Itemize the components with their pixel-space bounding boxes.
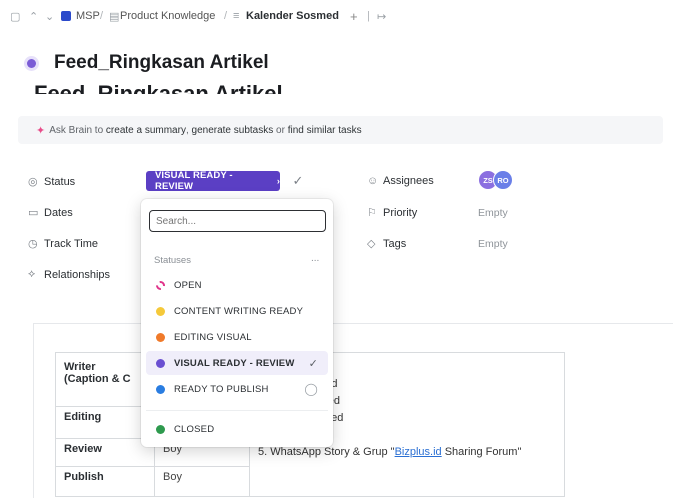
tags-value[interactable]: Empty xyxy=(478,238,508,250)
list-icon: ≡ xyxy=(233,10,240,22)
folder-icon: ▤ xyxy=(109,11,120,23)
share-icon[interactable]: ↦ xyxy=(377,10,386,23)
dates-label: Dates xyxy=(44,206,73,219)
add-button[interactable]: + xyxy=(350,9,358,24)
status-option-label: VISUAL READY - REVIEW xyxy=(174,357,295,369)
status-dot-icon xyxy=(156,332,165,342)
chevron-up-icon[interactable]: ⌃ xyxy=(29,10,38,23)
status-icon: ◎ xyxy=(28,176,38,188)
top-bar: ▢ ⌃ ⌄ MSP / ▤ Product Knowledge / ≡ Kale… xyxy=(0,0,679,34)
status-dot-icon xyxy=(27,59,36,68)
clock-icon: ◷ xyxy=(28,238,38,250)
sidebar-toggle-icon[interactable]: ▢ xyxy=(10,10,20,23)
status-dot-icon xyxy=(156,306,165,316)
divider: | xyxy=(367,10,370,22)
status-pill[interactable]: VISUAL READY - REVIEW › xyxy=(146,170,280,192)
breadcrumb-list[interactable]: Kalender Sosmed xyxy=(246,10,339,22)
table-cell-role: Writer (Caption & C xyxy=(55,352,155,407)
relationships-label: Relationships xyxy=(44,268,111,281)
chevron-right-icon[interactable]: › xyxy=(277,176,280,186)
relationships-icon: ⟡ xyxy=(28,268,36,280)
calendar-icon: ▭ xyxy=(28,207,39,219)
status-option-editing-visual[interactable]: EDITING VISUAL xyxy=(146,325,328,349)
breadcrumb-separator: / xyxy=(100,10,104,22)
divider xyxy=(146,410,328,411)
table-cell-role: Editing xyxy=(55,406,155,439)
status-dot-icon xyxy=(156,424,165,434)
bizplus-link[interactable]: Bizplus.id xyxy=(395,446,442,458)
track-time-property: ◷ Track Time xyxy=(28,237,98,251)
status-label: Status xyxy=(44,175,76,188)
dates-property: ▭ Dates xyxy=(28,206,73,220)
table-cell-person: Boy xyxy=(154,466,250,497)
create-summary-link[interactable]: create a summary xyxy=(106,125,186,136)
priority-label: Priority xyxy=(383,206,418,219)
tags-label: Tags xyxy=(383,237,407,250)
ask-brain-prefix: Ask Brain to xyxy=(49,124,104,136)
table-cell-role: Review xyxy=(55,438,155,467)
find-similar-tasks-link[interactable]: find similar tasks xyxy=(288,125,362,136)
workspace-icon xyxy=(61,11,71,21)
status-dropdown: Statuses ... OPEN CONTENT WRITING READY … xyxy=(141,199,333,447)
status-dot-icon xyxy=(156,384,165,394)
sparkle-icon: ✦ xyxy=(36,124,46,137)
status-property: ◎ Status xyxy=(28,175,76,189)
status-option-label: CONTENT WRITING READY xyxy=(174,305,304,317)
status-option-label: OPEN xyxy=(174,279,202,291)
flag-icon: ⚐ xyxy=(367,207,377,219)
more-options-icon[interactable]: ... xyxy=(311,253,319,264)
status-option-label: CLOSED xyxy=(174,423,215,435)
generate-subtasks-link[interactable]: generate subtasks xyxy=(192,125,274,136)
status-option-label: READY TO PUBLISH xyxy=(174,383,269,395)
breadcrumb-workspace[interactable]: MSP xyxy=(76,10,100,22)
chevron-down-icon[interactable]: ⌄ xyxy=(45,10,54,23)
complete-check-icon[interactable]: ✓ xyxy=(285,170,311,192)
table-cell-role: Publish xyxy=(55,466,155,497)
tags-property: ◇ Tags xyxy=(367,237,407,251)
track-time-label: Track Time xyxy=(44,237,98,250)
relationships-property: ⟡ Relationships xyxy=(28,268,110,281)
status-option-visual-ready-review[interactable]: VISUAL READY - REVIEW ✓ xyxy=(146,351,328,375)
status-option-closed[interactable]: CLOSED xyxy=(146,417,328,441)
publish-item5-prefix: 5. WhatsApp Story & Grup " xyxy=(258,446,395,458)
priority-property: ⚐ Priority xyxy=(367,206,418,220)
breadcrumb-folder[interactable]: Product Knowledge xyxy=(120,10,215,22)
search-input[interactable] xyxy=(149,210,326,232)
status-option-label: EDITING VISUAL xyxy=(174,331,252,343)
priority-value[interactable]: Empty xyxy=(478,207,508,219)
status-option-ready-to-publish[interactable]: READY TO PUBLISH ◯ xyxy=(146,377,328,401)
checkmark-icon: ✓ xyxy=(308,357,318,370)
publish-item5-suffix: Sharing Forum" xyxy=(441,446,522,458)
check-circle-icon[interactable]: ◯ xyxy=(304,382,318,396)
person-icon: ☺ xyxy=(367,175,379,187)
task-title[interactable]: Feed_Ringkasan Artikel xyxy=(54,52,269,74)
status-dot-icon xyxy=(156,358,165,368)
status-option-content-writing-ready[interactable]: CONTENT WRITING READY xyxy=(146,299,328,323)
assignees-property: ☺ Assignees xyxy=(367,175,434,187)
assignees-label: Assignees xyxy=(383,175,434,187)
avatar[interactable]: RO xyxy=(493,170,513,190)
ask-brain-or: or xyxy=(276,124,285,136)
breadcrumb-separator: / xyxy=(224,10,228,22)
status-value: VISUAL READY - REVIEW xyxy=(155,170,233,192)
status-option-open[interactable]: OPEN xyxy=(146,273,328,297)
ask-brain-bar[interactable]: ✦ Ask Brain to create a summary, generat… xyxy=(18,116,663,144)
status-dot-icon xyxy=(156,280,165,290)
tag-icon: ◇ xyxy=(367,238,376,250)
statuses-section-label: Statuses xyxy=(154,255,191,266)
task-title-editor[interactable]: Feed_Ringkasan Artikel xyxy=(34,80,283,94)
